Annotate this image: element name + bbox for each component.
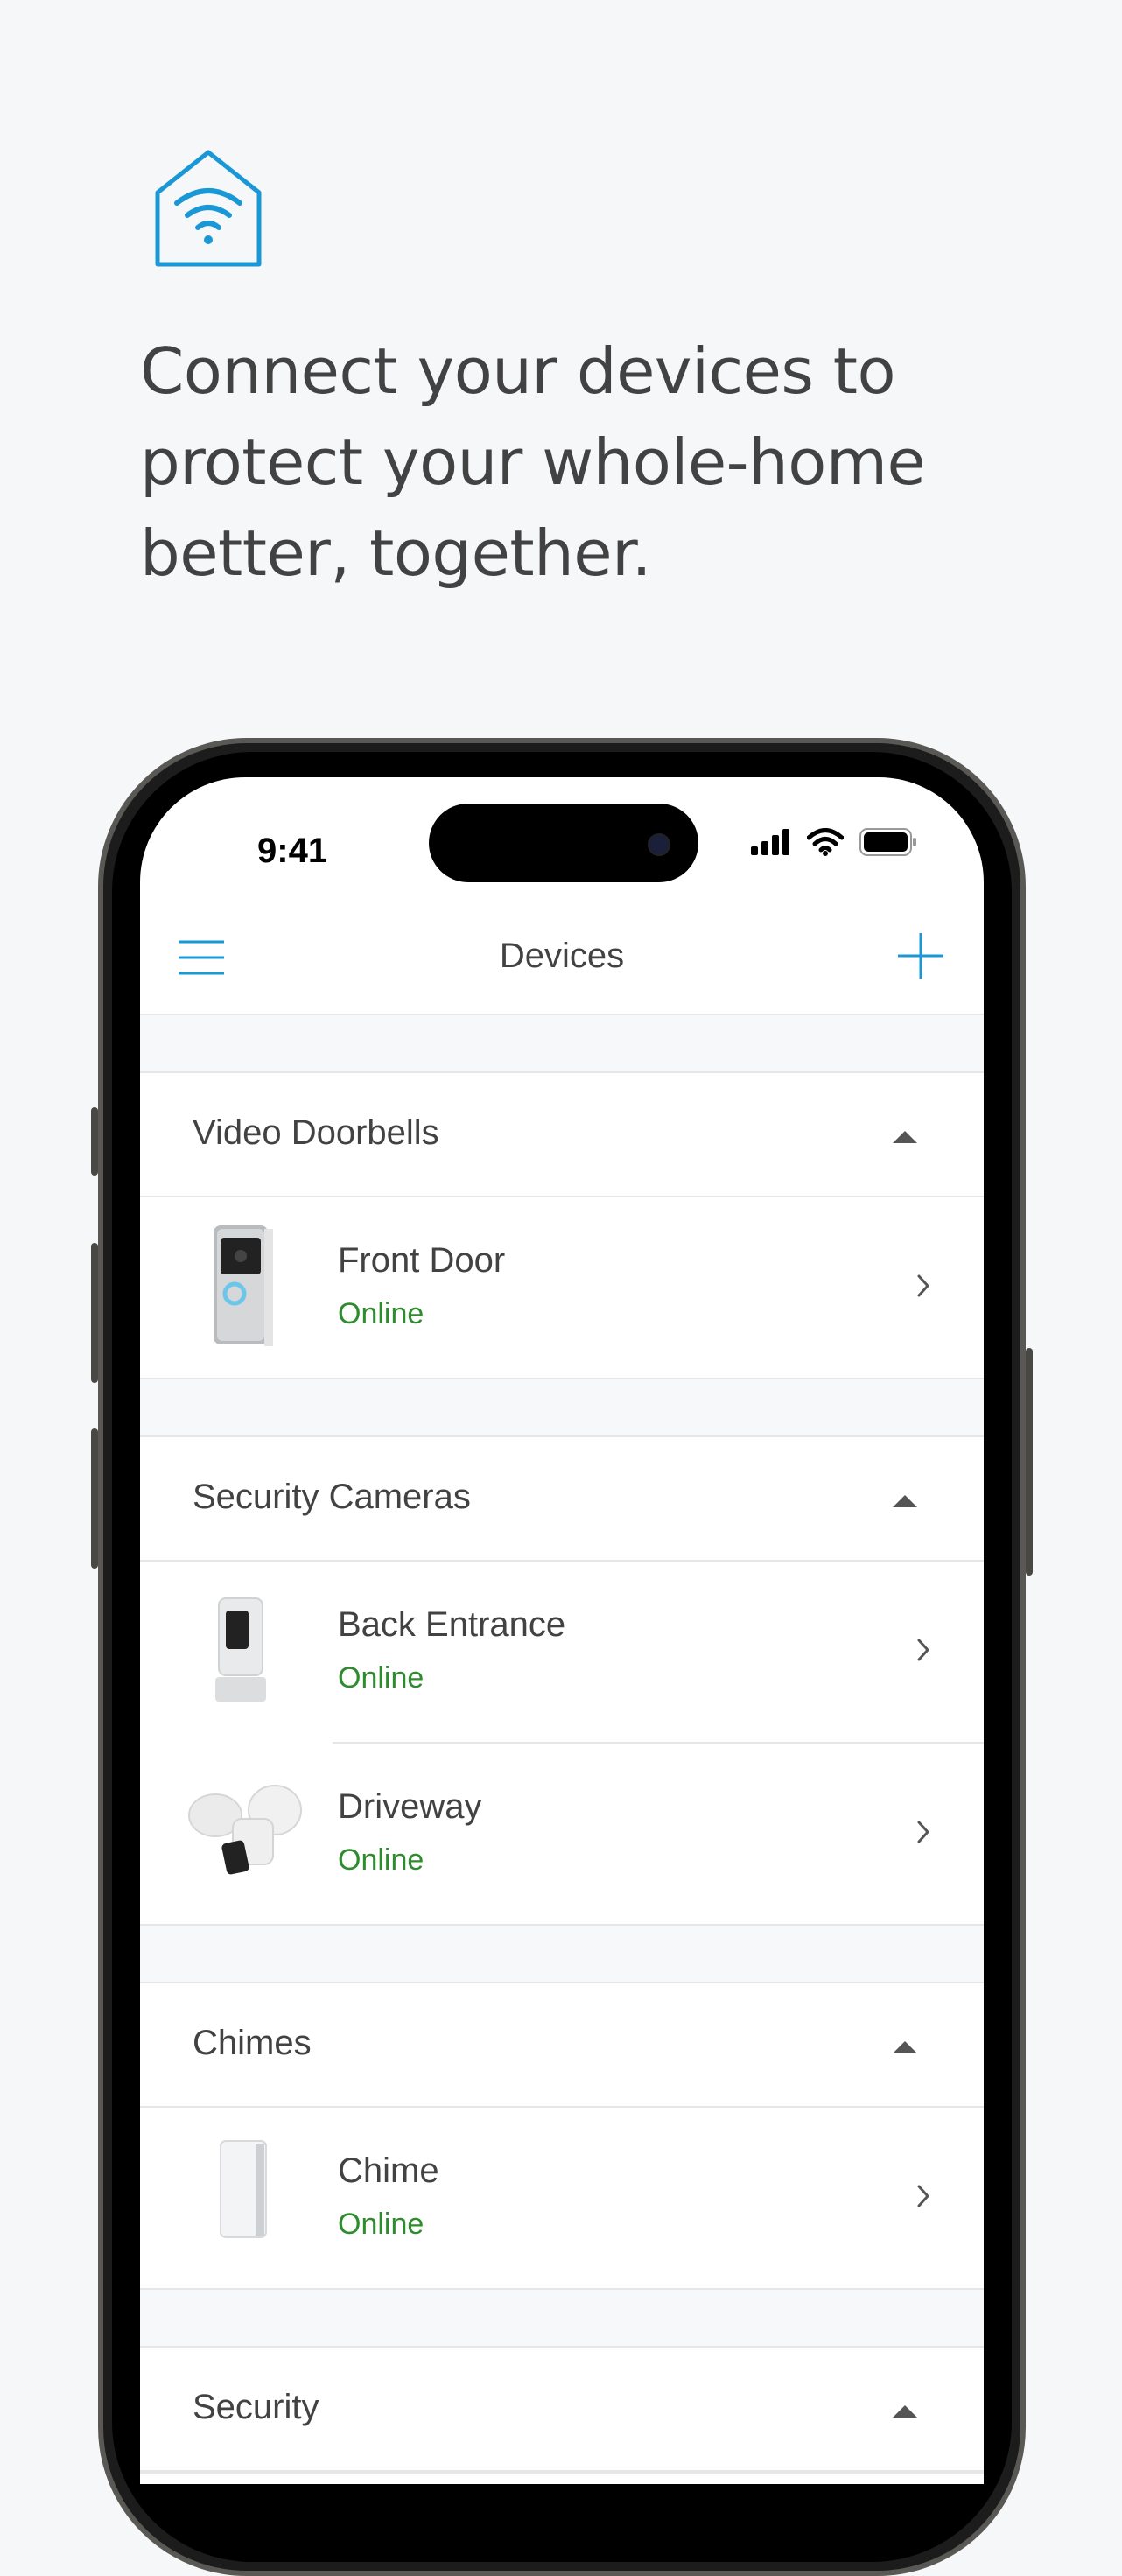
section-title: Security Cameras bbox=[193, 1478, 471, 1516]
section-security: Security bbox=[140, 2346, 984, 2474]
section-video-doorbells: Video Doorbells Front Door Online bbox=[140, 1071, 984, 1379]
phone-screen: 9:41 Devices Video Doorbells Front Door … bbox=[140, 777, 984, 2484]
list-item[interactable]: Driveway Online bbox=[188, 1742, 984, 1924]
list-item[interactable]: Back Entrance Online bbox=[140, 1562, 984, 1742]
device-status: Online bbox=[338, 1297, 424, 1330]
section-header[interactable]: Chimes bbox=[140, 1983, 984, 2108]
section-title: Chimes bbox=[193, 2024, 312, 2062]
device-name: Chime bbox=[338, 2151, 439, 2190]
device-status: Online bbox=[338, 1843, 424, 1877]
chevron-right-icon bbox=[917, 1639, 929, 1661]
chevron-right-icon bbox=[917, 1821, 929, 1843]
chime-icon bbox=[220, 2140, 267, 2238]
page-title: Devices bbox=[499, 937, 625, 975]
status-icons bbox=[751, 828, 917, 856]
caret-up-icon bbox=[893, 1131, 917, 1143]
wifi-icon bbox=[807, 828, 844, 856]
dynamic-island bbox=[429, 804, 698, 882]
device-status: Online bbox=[338, 1661, 424, 1695]
section-header[interactable]: Security bbox=[140, 2348, 984, 2472]
phone-side-button bbox=[1026, 1348, 1033, 1576]
device-list: Video Doorbells Front Door Online Securi… bbox=[140, 1015, 984, 2474]
caret-up-icon bbox=[893, 2405, 917, 2418]
signal-icon bbox=[751, 829, 789, 855]
phone-side-button bbox=[91, 1243, 98, 1383]
device-name: Driveway bbox=[338, 1787, 482, 1826]
headline-line: protect your whole-home bbox=[140, 425, 926, 499]
chevron-right-icon bbox=[917, 1274, 929, 1297]
headline-line: better, together. bbox=[140, 516, 651, 590]
section-header[interactable]: Video Doorbells bbox=[140, 1073, 984, 1197]
phone-side-button bbox=[91, 1428, 98, 1569]
device-name: Back Entrance bbox=[338, 1605, 566, 1644]
section-title: Security bbox=[193, 2388, 319, 2426]
status-time: 9:41 bbox=[257, 832, 328, 870]
section-chimes: Chimes Chime Online bbox=[140, 1982, 984, 2290]
navbar: Devices bbox=[140, 900, 984, 1015]
headline: Connect your devices to protect your who… bbox=[140, 326, 1015, 599]
floodlight-cam-icon bbox=[188, 1785, 302, 1875]
smart-home-wifi-icon bbox=[155, 150, 262, 267]
plus-icon[interactable] bbox=[896, 931, 945, 980]
doorbell-icon bbox=[214, 1225, 273, 1346]
stick-up-cam-icon bbox=[215, 1597, 266, 1702]
headline-line: Connect your devices to bbox=[140, 334, 896, 408]
caret-up-icon bbox=[893, 2041, 917, 2053]
device-name: Front Door bbox=[338, 1241, 506, 1280]
chevron-right-icon bbox=[917, 2185, 929, 2207]
section-title: Video Doorbells bbox=[193, 1113, 439, 1152]
battery-icon bbox=[859, 828, 916, 856]
section-security-cameras: Security Cameras Back Entrance Online Dr… bbox=[140, 1435, 984, 1926]
list-item[interactable]: Chime Online bbox=[140, 2108, 984, 2288]
device-status: Online bbox=[338, 2207, 424, 2241]
section-header[interactable]: Security Cameras bbox=[140, 1437, 984, 1562]
list-item[interactable]: Front Door Online bbox=[140, 1197, 984, 1378]
phone-side-button bbox=[91, 1107, 98, 1176]
camera-icon bbox=[648, 833, 670, 856]
caret-up-icon bbox=[893, 1495, 917, 1507]
